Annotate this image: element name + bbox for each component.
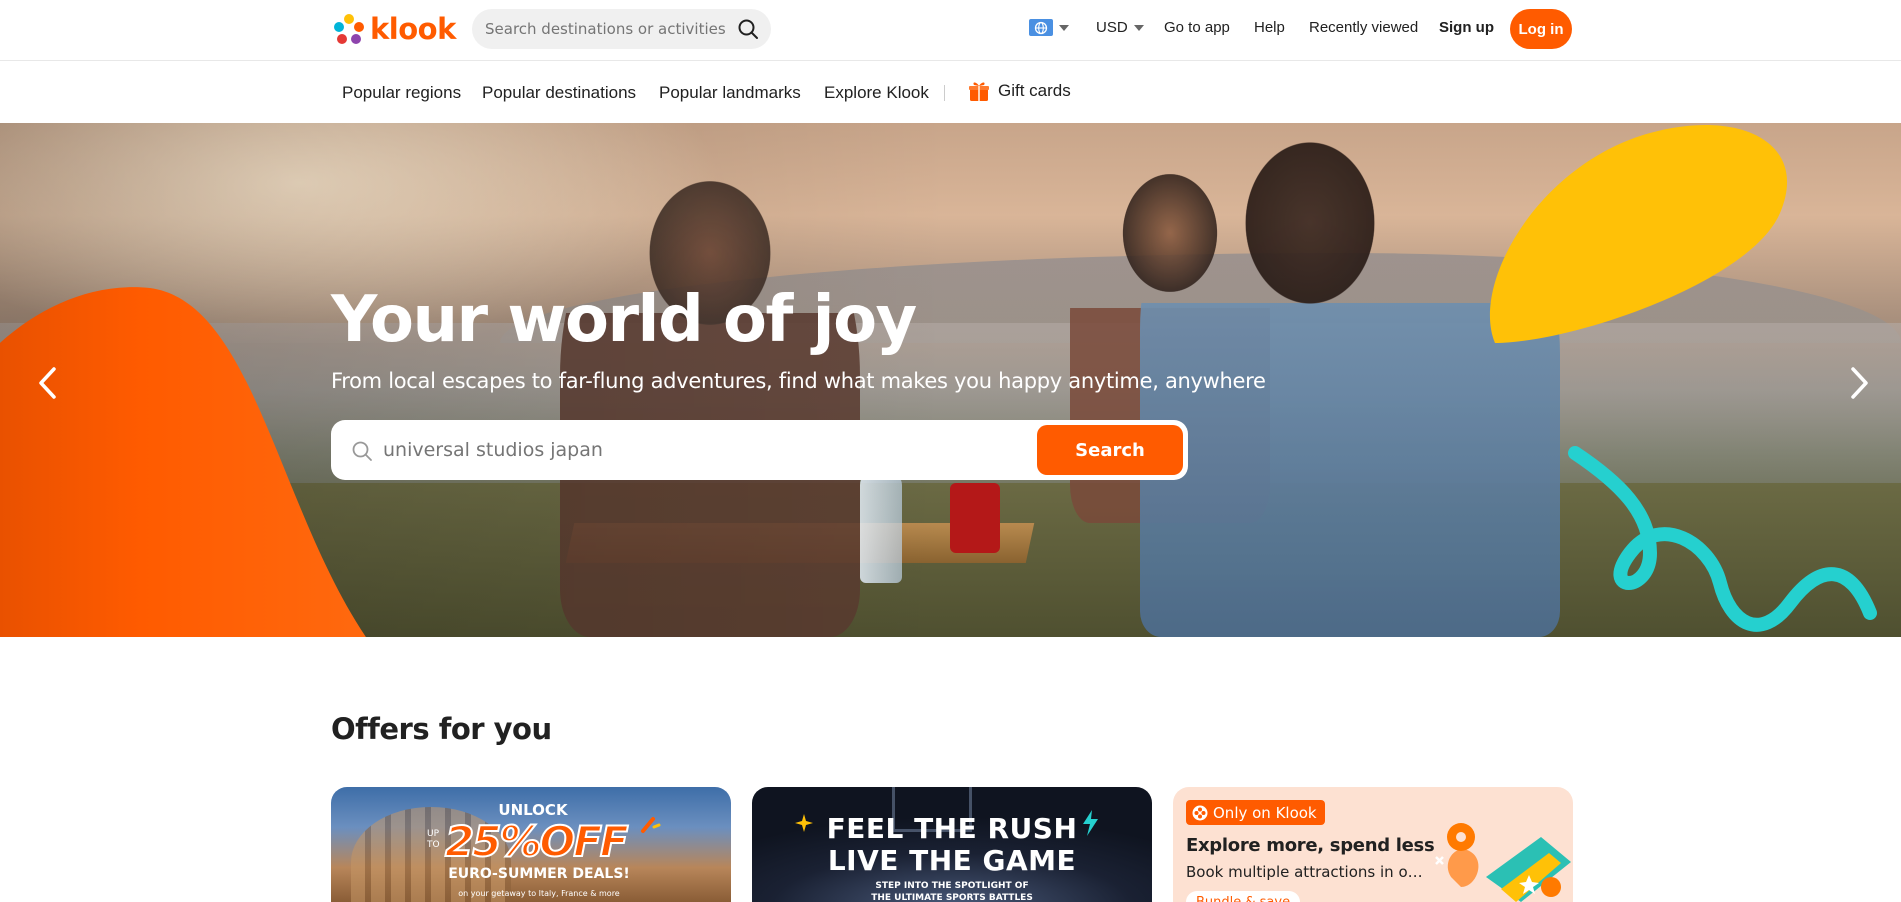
klook-logo-icon [334, 14, 364, 44]
offer-sports-line3: STEP INTO THE SPOTLIGHT OF [875, 881, 1029, 891]
offer-headline: EURO-SUMMER DEALS! [448, 866, 630, 882]
offer-sports-line4: THE ULTIMATE SPORTS BATTLES [871, 893, 1033, 902]
offer-card-bundle[interactable]: Only on Klook Explore more, spend less B… [1173, 787, 1573, 902]
gift-icon [969, 82, 989, 101]
subnav-popular-destinations[interactable]: Popular destinations [482, 83, 636, 103]
bundle-save-pill: Bundle & save [1186, 891, 1301, 902]
gift-cards-label: Gift cards [998, 81, 1071, 100]
search-icon[interactable] [737, 18, 759, 40]
klook-logo[interactable]: klook [330, 11, 456, 47]
subnav-explore-klook[interactable]: Explore Klook [824, 83, 929, 103]
hero-search-box[interactable]: Search [331, 420, 1188, 480]
teal-squiggle-decoration [1568, 446, 1877, 632]
yellow-blob-decoration [1489, 124, 1788, 343]
go-to-app-link[interactable]: Go to app [1164, 19, 1230, 36]
currency-selector[interactable]: USD [1096, 19, 1144, 36]
hero-banner: Your world of joy From local escapes to … [0, 123, 1901, 637]
subnav-popular-landmarks[interactable]: Popular landmarks [659, 83, 801, 103]
only-on-klook-badge: Only on Klook [1186, 800, 1325, 825]
log-in-button[interactable]: Log in [1510, 9, 1572, 49]
sign-up-link[interactable]: Sign up [1439, 19, 1494, 36]
chevron-down-icon [1133, 24, 1144, 31]
logo-text: klook [370, 12, 456, 46]
hero-search-input[interactable] [383, 433, 1003, 467]
help-link[interactable]: Help [1254, 19, 1285, 36]
offer-bundle-subtitle: Book multiple attractions in on... [1186, 863, 1426, 881]
recently-viewed-link[interactable]: Recently viewed [1309, 19, 1418, 36]
hero-search-button[interactable]: Search [1037, 425, 1183, 475]
header-search[interactable] [472, 9, 771, 49]
ticket-illustration-icon [1435, 823, 1571, 902]
category-nav: Popular regions Popular destinations Pop… [0, 61, 1901, 123]
offer-discount-text: 25%OFF [444, 816, 630, 867]
globe-icon [1029, 19, 1053, 36]
badge-label: Only on Klook [1213, 803, 1317, 822]
gift-cards-link[interactable]: Gift cards [968, 80, 1071, 102]
hero-title: Your world of joy [331, 283, 917, 357]
sparkle-icon [641, 817, 661, 833]
offers-section-title: Offers for you [331, 712, 552, 746]
offer-card-sports[interactable]: FEEL THE RUSH LIVE THE GAME STEP INTO TH… [752, 787, 1152, 902]
klook-logo-icon [1192, 805, 1208, 820]
offer-note: on your getaway to Italy, France & more [458, 889, 620, 898]
carousel-prev-arrow-icon[interactable] [32, 363, 62, 403]
offer-sports-line1: FEEL THE RUSH [826, 812, 1078, 845]
carousel-next-arrow-icon[interactable] [1845, 363, 1875, 403]
subnav-divider [944, 85, 945, 101]
header-search-input[interactable] [485, 20, 733, 38]
language-selector[interactable] [1029, 19, 1069, 36]
chevron-down-icon [1059, 24, 1069, 31]
top-header: klook USD Go to app Help Recently viewed… [0, 0, 1901, 61]
search-icon [352, 441, 372, 461]
subnav-popular-regions[interactable]: Popular regions [342, 83, 461, 103]
offer-bundle-title: Explore more, spend less [1186, 835, 1435, 856]
offer-upto-text: UP TO [427, 829, 440, 850]
offer-card-euro-summer[interactable]: UNLOCK UP TO 25%OFF EURO-SUMMER DEALS! o… [331, 787, 731, 902]
currency-label: USD [1096, 19, 1128, 36]
offer-sports-line2: LIVE THE GAME [827, 844, 1077, 877]
hero-subtitle: From local escapes to far-flung adventur… [331, 369, 1266, 393]
